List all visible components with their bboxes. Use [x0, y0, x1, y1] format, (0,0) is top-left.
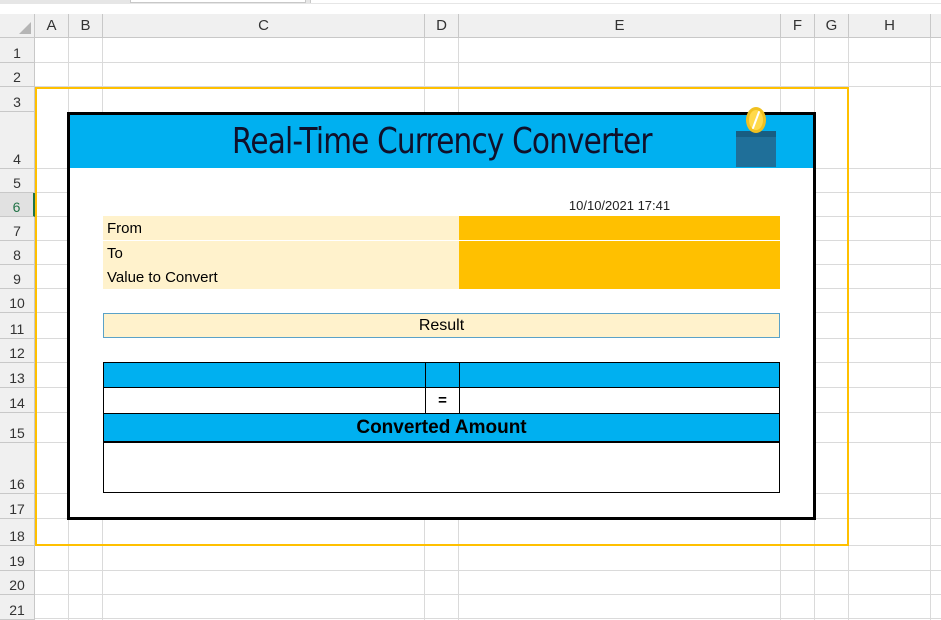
gridline [0, 62, 941, 63]
row-header-5[interactable]: 5 [0, 169, 35, 193]
row-header-17[interactable]: 17 [0, 494, 35, 519]
gridline [0, 618, 941, 619]
from-label: From [103, 216, 459, 240]
column-header-c[interactable]: C [103, 14, 425, 38]
sheet-tab[interactable] [310, 0, 941, 3]
row-header-18[interactable]: 18 [0, 519, 35, 546]
row-header-9[interactable]: 9 [0, 265, 35, 289]
row-header-19[interactable]: 19 [0, 546, 35, 571]
row-header-1[interactable]: 1 [0, 38, 35, 63]
sheet-tab-strip [0, 0, 941, 4]
row-header-12[interactable]: 12 [0, 339, 35, 363]
value-to-convert-label: Value to Convert [103, 265, 459, 289]
title-banner[interactable]: Real-Time Currency Converter [70, 115, 813, 168]
coin-jar-icon [736, 107, 776, 167]
row-header-15[interactable]: 15 [0, 413, 35, 443]
column-header-e[interactable]: E [459, 14, 781, 38]
to-currency-input[interactable] [459, 241, 780, 265]
value-to-convert-input[interactable] [459, 265, 780, 289]
sheet-tab[interactable] [130, 0, 306, 3]
gridline [0, 594, 941, 595]
result-spacer-cell[interactable] [425, 362, 460, 388]
result-header: Result [103, 313, 780, 338]
result-from-value-cell[interactable] [103, 387, 426, 414]
row-header-3[interactable]: 3 [0, 87, 35, 112]
column-header-a[interactable]: A [35, 14, 69, 38]
row-header-20[interactable]: 20 [0, 571, 35, 595]
column-header-b[interactable]: B [69, 14, 103, 38]
result-from-currency-cell[interactable] [103, 362, 426, 388]
row-header-16[interactable]: 16 [0, 443, 35, 494]
row-header-10[interactable]: 10 [0, 289, 35, 313]
row-header-7[interactable]: 7 [0, 217, 35, 241]
row-header-13[interactable]: 13 [0, 363, 35, 388]
row-header-2[interactable]: 2 [0, 63, 35, 87]
column-header-g[interactable]: G [815, 14, 849, 38]
gridline [930, 14, 931, 620]
column-header-d[interactable]: D [425, 14, 459, 38]
row-header-6[interactable]: 6 [0, 193, 35, 217]
equals-sign: = [425, 387, 460, 414]
column-header-h[interactable]: H [849, 14, 931, 38]
row-header-8[interactable]: 8 [0, 241, 35, 265]
current-datetime: 10/10/2021 17:41 [568, 197, 671, 213]
column-header-f[interactable]: F [781, 14, 815, 38]
result-to-currency-cell[interactable] [459, 362, 780, 388]
from-currency-input[interactable] [459, 216, 780, 240]
converted-amount-output[interactable] [103, 442, 780, 493]
page-title: Real-Time Currency Converter [231, 121, 652, 162]
row-header-21[interactable]: 21 [0, 595, 35, 620]
row-header-11[interactable]: 11 [0, 313, 35, 339]
column-header-next[interactable] [931, 14, 941, 38]
row-header-4[interactable]: 4 [0, 112, 35, 169]
result-to-value-cell[interactable] [459, 387, 780, 414]
to-label: To [103, 241, 459, 265]
gridline [0, 570, 941, 571]
converted-amount-header: Converted Amount [103, 413, 780, 442]
select-all-button[interactable] [0, 14, 35, 38]
row-header-14[interactable]: 14 [0, 388, 35, 413]
